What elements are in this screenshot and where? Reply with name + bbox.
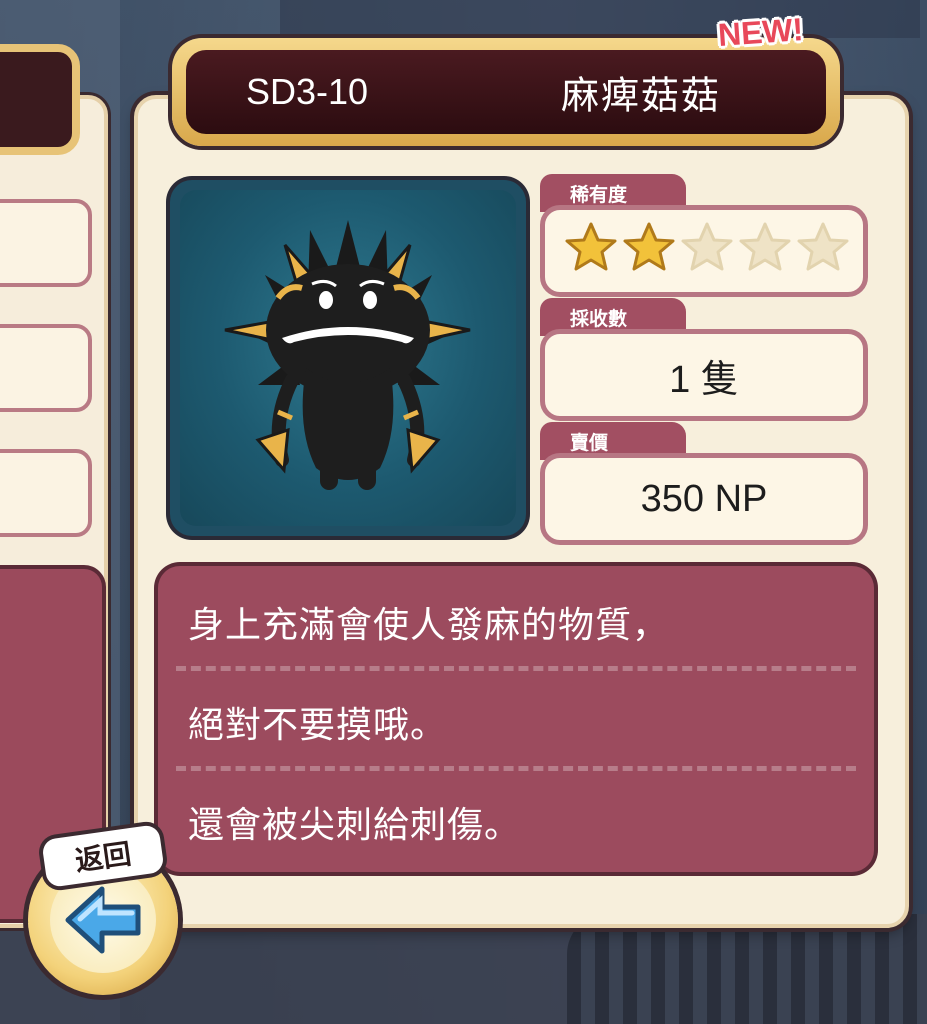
price-box: 350 NP	[540, 453, 868, 545]
star-filled-icon	[623, 222, 675, 271]
previous-card[interactable]	[0, 44, 108, 928]
description-line: 絕對不要摸哦。	[188, 705, 448, 746]
item-name: 麻痺菇菇	[560, 73, 721, 118]
star-empty-icon	[681, 222, 733, 271]
new-badge: NEW!	[716, 11, 805, 53]
item-title-plate: SD3-10 麻痺菇菇	[172, 38, 840, 146]
price-label: 賣價	[570, 431, 609, 454]
item-portrait	[170, 180, 526, 536]
description-line: 還會被尖刺給刺傷。	[188, 805, 522, 846]
spiky-mushroom-creature-icon	[224, 220, 471, 490]
previous-card-title-plate	[0, 44, 80, 155]
item-code: SD3-10	[246, 71, 369, 112]
caught-box: 1 隻	[540, 329, 868, 421]
rarity-label: 稀有度	[570, 183, 628, 206]
description-divider	[176, 666, 856, 671]
description-divider	[176, 766, 856, 771]
rarity-box	[540, 205, 868, 297]
previous-card-price-box	[0, 449, 92, 537]
caught-label: 採收數	[570, 307, 628, 330]
description-panel: 身上充滿會使人發麻的物質， 絕對不要摸哦。 還會被尖刺給刺傷。	[158, 566, 874, 872]
rarity-stars	[563, 220, 851, 276]
description-line: 身上充滿會使人發麻的物質，	[188, 605, 670, 646]
star-filled-icon	[565, 222, 617, 271]
item-title-inner: SD3-10 麻痺菇菇	[186, 50, 826, 134]
background-basket	[567, 914, 927, 1024]
caught-value: 1 隻	[669, 358, 739, 401]
star-empty-icon	[797, 222, 849, 271]
price-value: 350 NP	[640, 477, 768, 520]
background-roof	[280, 0, 920, 38]
previous-card-rarity-box	[0, 199, 92, 287]
star-empty-icon	[739, 222, 791, 271]
previous-card-count-box	[0, 324, 92, 412]
